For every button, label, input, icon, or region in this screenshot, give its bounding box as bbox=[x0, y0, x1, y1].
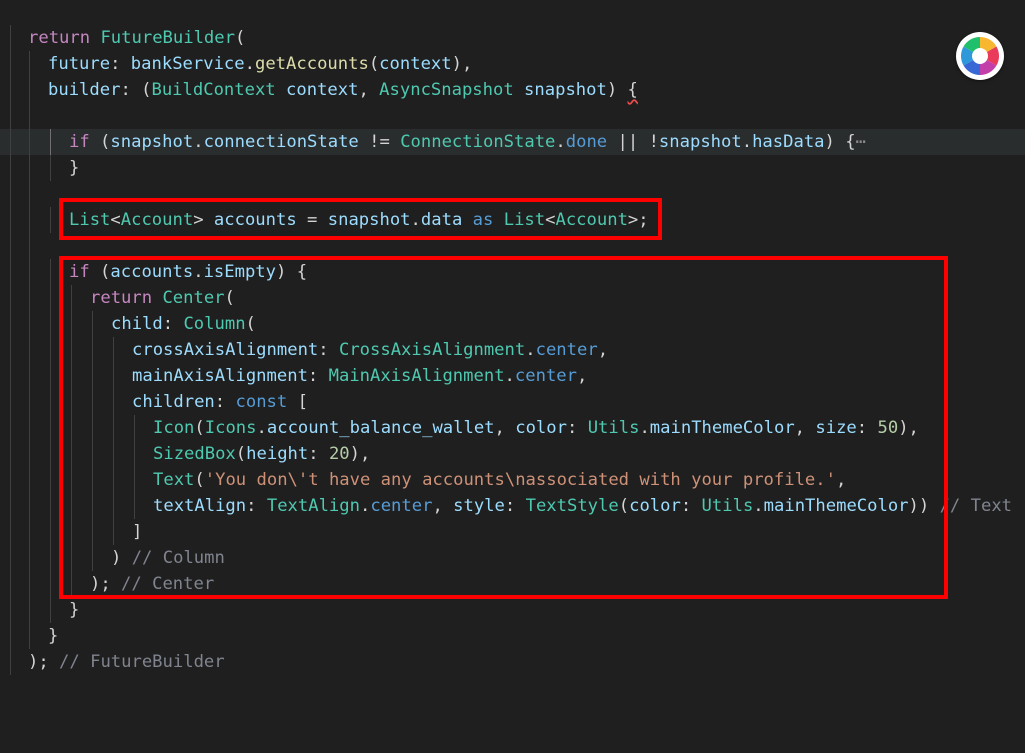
error-squiggle-brace[interactable]: { bbox=[628, 80, 638, 100]
code-line-4: if (snapshot.connectionState != Connecti… bbox=[0, 129, 1025, 155]
highlight-box-accounts-declaration bbox=[59, 198, 662, 240]
variable: snapshot bbox=[513, 80, 607, 100]
property: future bbox=[48, 54, 111, 74]
code-line-3: builder: (BuildContext context, AsyncSna… bbox=[0, 77, 1025, 103]
code-line-2: future: bankService.getAccounts(context)… bbox=[0, 51, 1025, 77]
type-name: BuildContext bbox=[151, 80, 276, 100]
punctuation: ( bbox=[89, 132, 111, 152]
variable: context bbox=[275, 80, 359, 100]
inline-comment: // FutureBuilder bbox=[59, 652, 225, 672]
punctuation: ) { bbox=[824, 132, 856, 152]
function-name: getAccounts bbox=[254, 54, 369, 74]
punctuation: ); bbox=[28, 652, 60, 672]
punctuation: , bbox=[358, 80, 380, 100]
punctuation: } bbox=[69, 158, 80, 178]
code-line-blank bbox=[0, 103, 1025, 129]
class-name: ConnectionState bbox=[400, 132, 556, 152]
color-wheel-icon bbox=[956, 32, 1004, 80]
punctuation: ( bbox=[234, 28, 246, 48]
property: hasData bbox=[752, 132, 825, 152]
property: builder bbox=[48, 80, 121, 100]
operator: != bbox=[358, 132, 401, 152]
code-line-20: } bbox=[0, 597, 1025, 623]
folded-region-ellipsis-icon[interactable]: ⋯ bbox=[856, 132, 866, 152]
color-wheel-icon bbox=[959, 35, 1001, 77]
punctuation: ) bbox=[606, 80, 628, 100]
code-editor[interactable]: return FutureBuilder( future: bankServic… bbox=[0, 0, 1025, 716]
punctuation: } bbox=[69, 600, 80, 620]
highlight-box-empty-state-block bbox=[59, 256, 948, 599]
type-name: AsyncSnapshot bbox=[379, 80, 514, 100]
property: connectionState bbox=[203, 132, 359, 152]
code-line-21: } bbox=[0, 623, 1025, 649]
variable: snapshot bbox=[658, 132, 742, 152]
punctuation: : bbox=[110, 54, 131, 74]
variable: bankService bbox=[130, 54, 245, 74]
code-line-22: ); // FutureBuilder bbox=[0, 649, 1025, 675]
punctuation: . bbox=[555, 132, 566, 152]
return-keyword: return bbox=[28, 28, 91, 48]
operator: || ! bbox=[607, 132, 659, 152]
variable: snapshot bbox=[110, 132, 194, 152]
punctuation: . bbox=[193, 132, 204, 152]
code-line-1: return FutureBuilder( bbox=[0, 25, 1025, 51]
punctuation: : ( bbox=[120, 80, 152, 100]
punctuation: . bbox=[741, 132, 753, 152]
if-keyword: if bbox=[69, 132, 90, 152]
class-name: FutureBuilder bbox=[100, 28, 235, 48]
enum-value: done bbox=[565, 132, 608, 152]
punctuation: . bbox=[244, 54, 255, 74]
punctuation: ), bbox=[451, 54, 473, 74]
punctuation: } bbox=[48, 626, 59, 646]
variable: context bbox=[379, 54, 452, 74]
code-line-5: } bbox=[0, 155, 1025, 181]
punctuation: ( bbox=[368, 54, 380, 74]
